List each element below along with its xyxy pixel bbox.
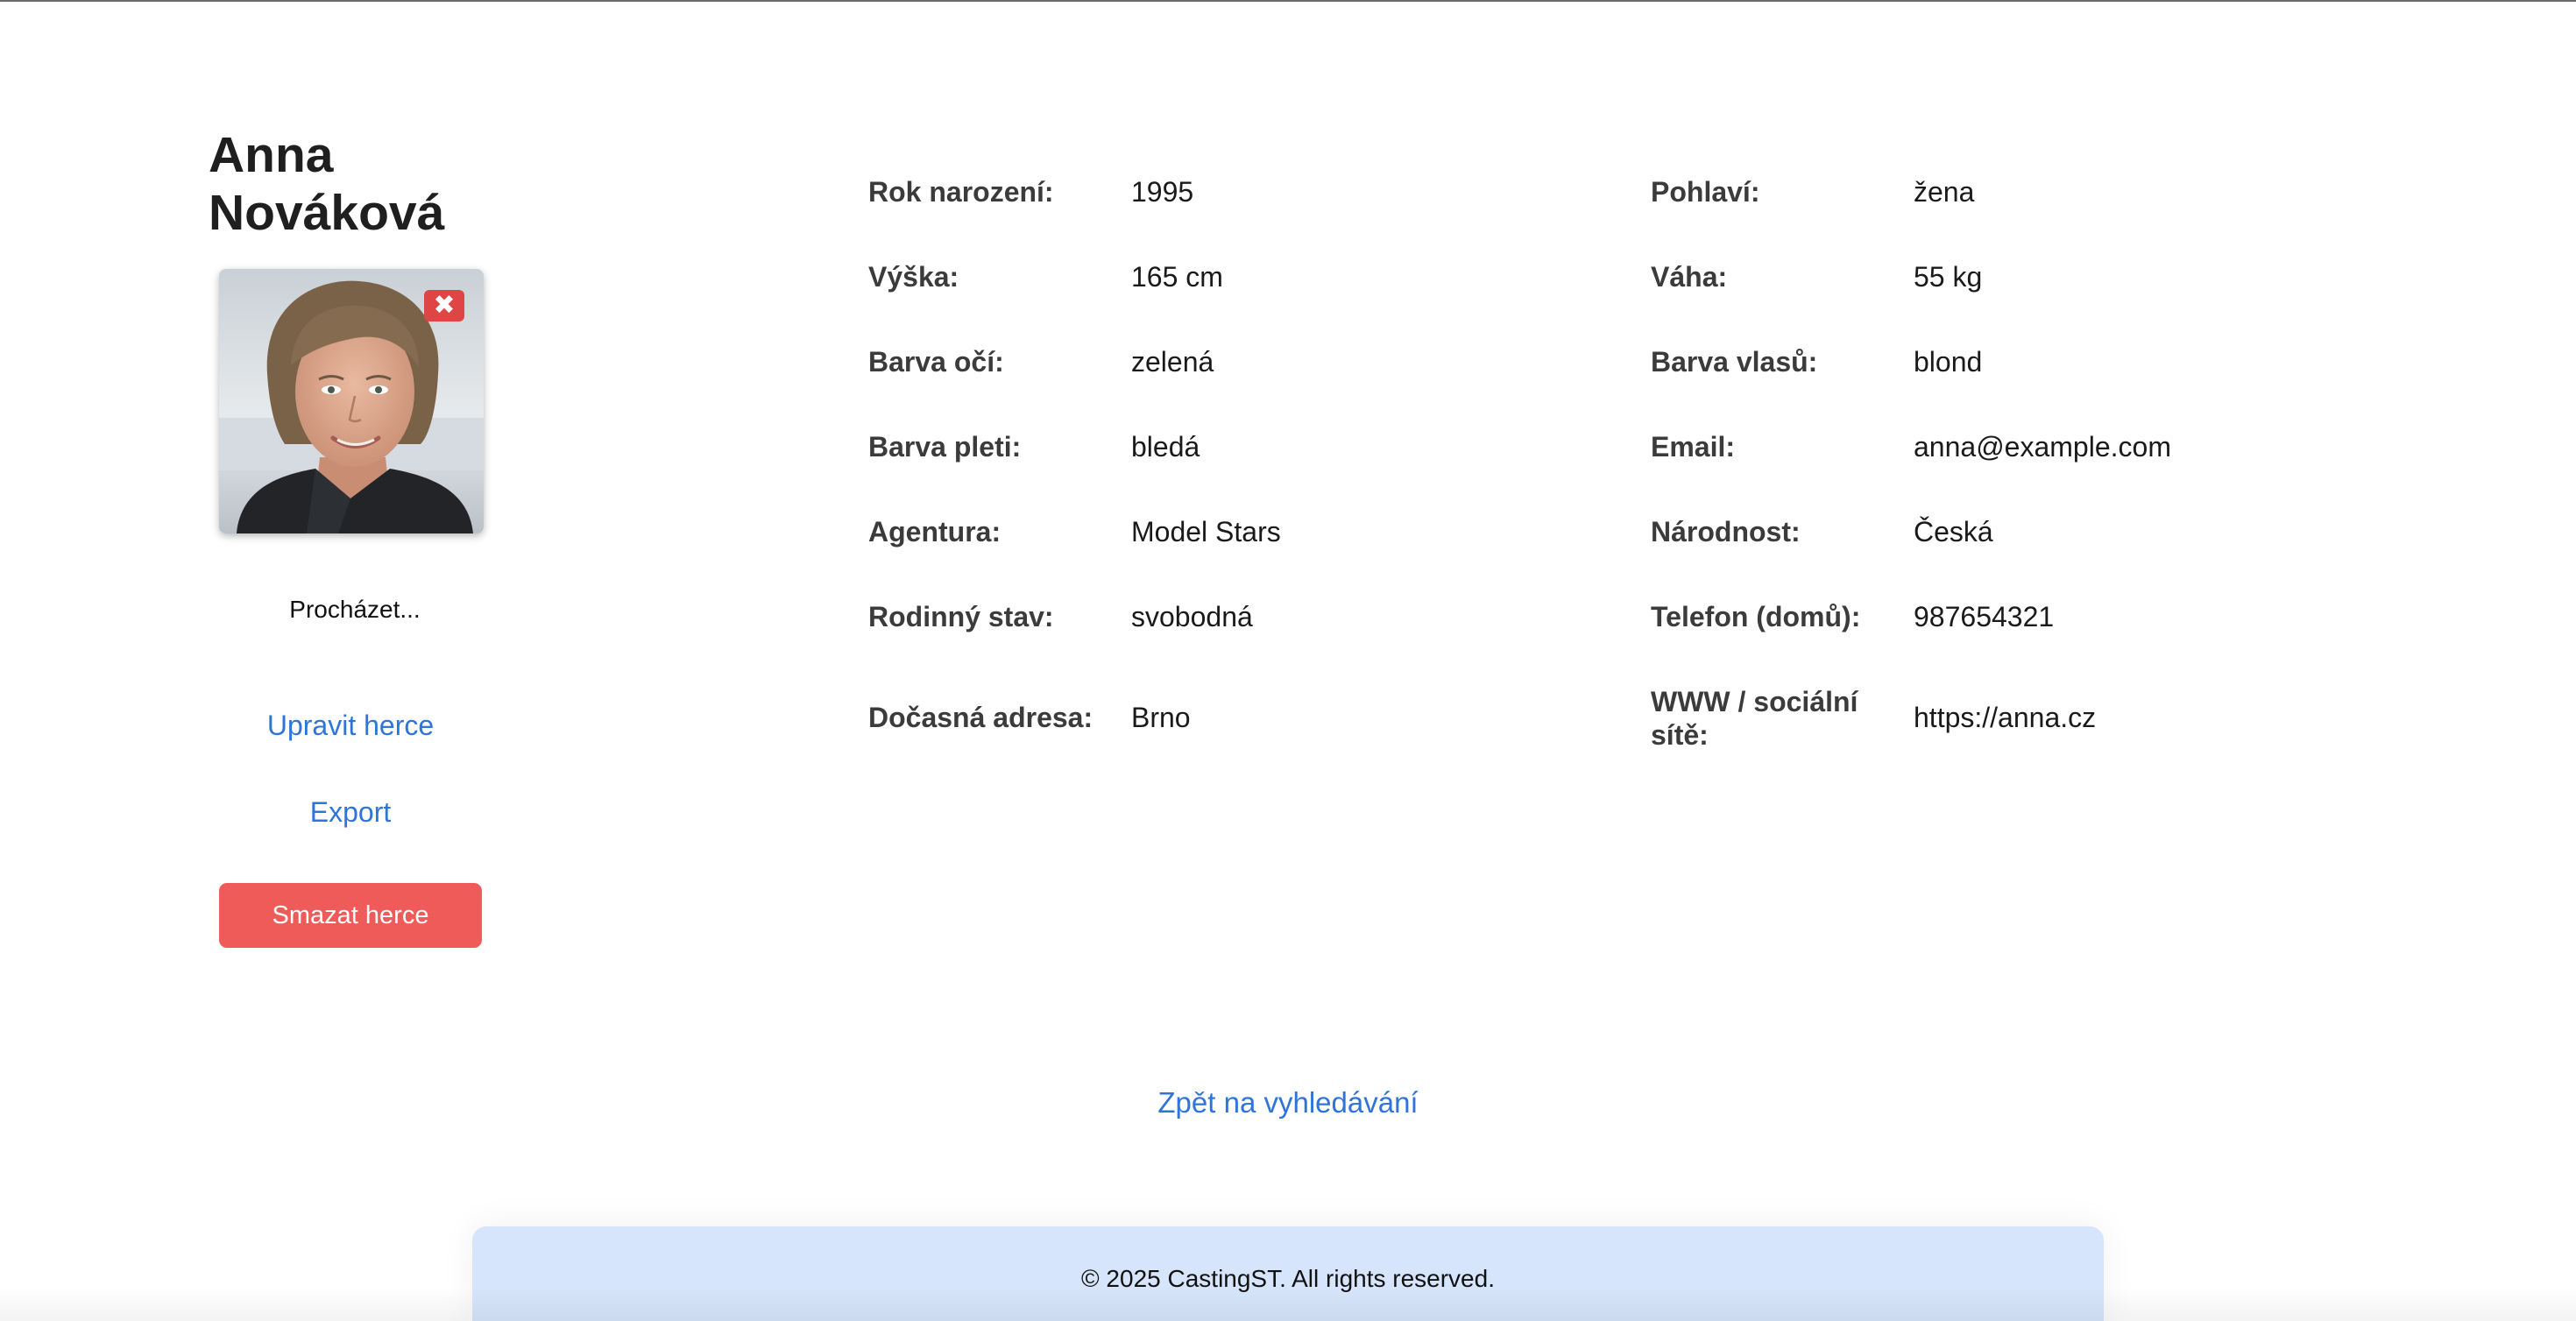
hair-color-label: Barva vlasů:	[1651, 346, 1818, 378]
gender-value: žena	[1914, 176, 1975, 208]
marital-status-label: Rodinný stav:	[868, 601, 1054, 632]
edit-actor-link[interactable]: Upravit herce	[219, 710, 482, 742]
delete-actor-button[interactable]: Smazat herce	[219, 883, 482, 948]
close-icon: ✖	[433, 291, 456, 320]
email-label: Email:	[1651, 431, 1736, 463]
home-phone-value: 987654321	[1914, 601, 2055, 632]
gender-label: Pohlaví:	[1651, 176, 1760, 208]
eye-color-value: zelená	[1131, 346, 1214, 378]
actor-name-heading: Anna Nováková	[209, 126, 559, 242]
home-phone-label: Telefon (domů):	[1651, 601, 1861, 632]
website-value: https://anna.cz	[1914, 702, 2097, 733]
height-value: 165 cm	[1131, 261, 1223, 293]
nationality-value: Česká	[1914, 516, 1993, 547]
export-link[interactable]: Export	[219, 796, 482, 829]
marital-status-value: svobodná	[1131, 601, 1253, 632]
temporary-address-label: Dočasná adresa:	[868, 702, 1093, 733]
remove-photo-button[interactable]: ✖	[424, 290, 464, 321]
footer: © 2025 CastingST. All rights reserved.	[472, 1226, 2104, 1321]
website-label: WWW / sociální sítě:	[1651, 686, 1858, 751]
actor-last-name: Nováková	[209, 185, 445, 241]
actor-first-name: Anna	[209, 127, 334, 183]
browse-photo-button[interactable]: Procházet...	[219, 596, 491, 624]
agency-label: Agentura:	[868, 516, 1001, 547]
back-to-search-link[interactable]: Zpět na vyhledávání	[0, 1086, 2576, 1120]
birth-year-label: Rok narození:	[868, 176, 1054, 208]
top-border	[0, 0, 2576, 2]
weight-value: 55 kg	[1914, 261, 1983, 293]
eye-color-label: Barva očí:	[868, 346, 1004, 378]
weight-label: Váha:	[1651, 261, 1728, 293]
email-value: anna@example.com	[1914, 431, 2171, 463]
temporary-address-value: Brno	[1131, 702, 1191, 733]
skin-color-label: Barva pleti:	[868, 431, 1022, 463]
footer-copyright: © 2025 CastingST. All rights reserved.	[1081, 1265, 1495, 1292]
hair-color-value: blond	[1914, 346, 1983, 378]
agency-value: Model Stars	[1131, 516, 1281, 547]
nationality-label: Národnost:	[1651, 516, 1801, 547]
height-label: Výška:	[868, 261, 959, 293]
birth-year-value: 1995	[1131, 176, 1194, 208]
skin-color-value: bledá	[1131, 431, 1200, 463]
